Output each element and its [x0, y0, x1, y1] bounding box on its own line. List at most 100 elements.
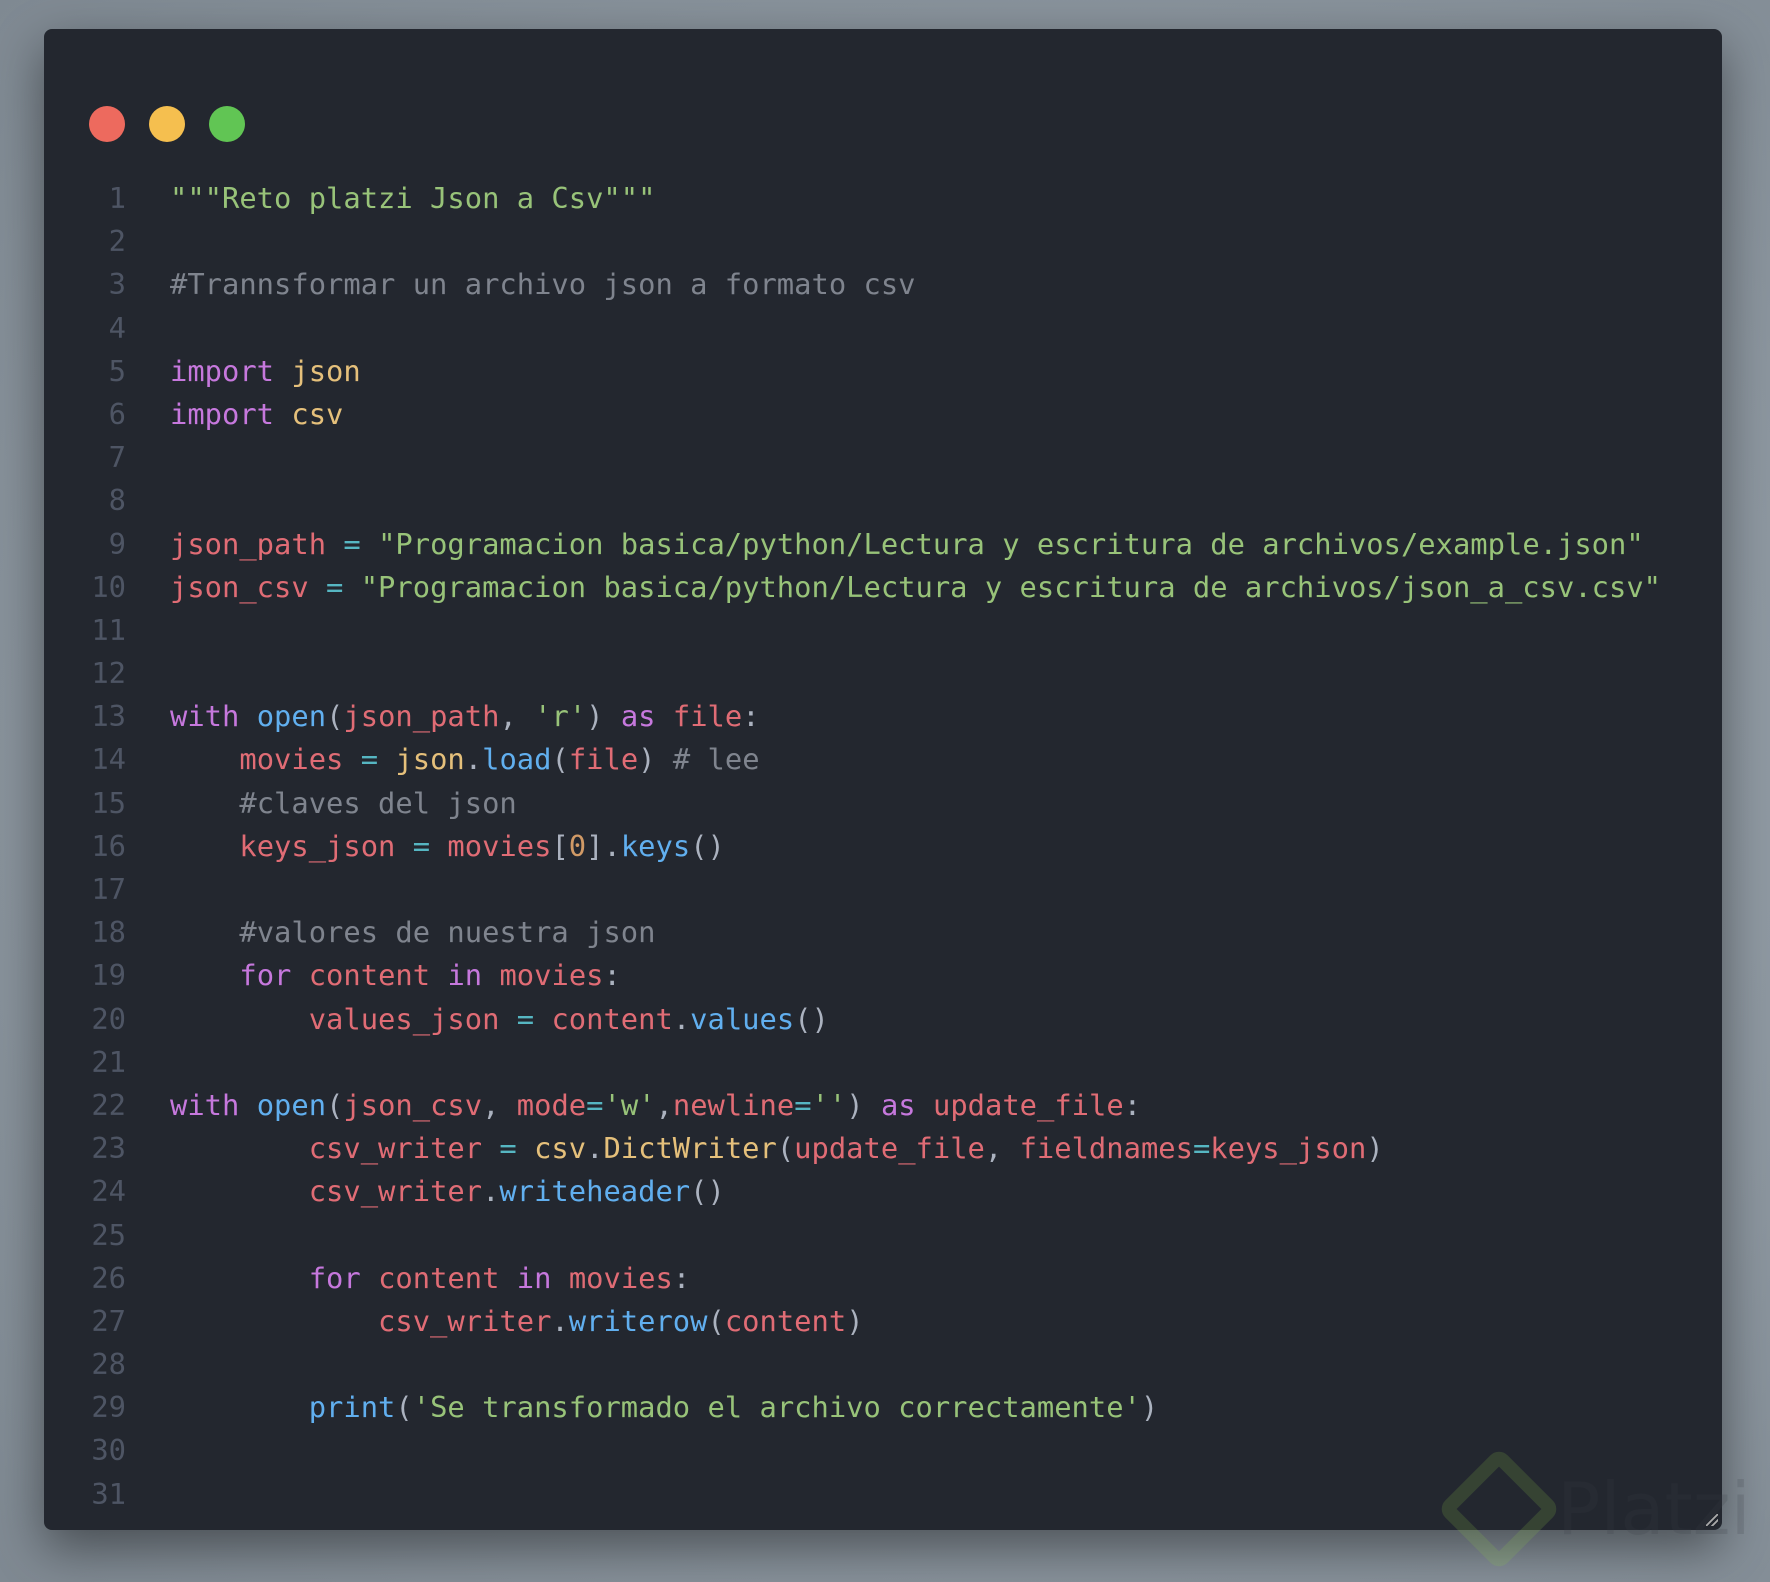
line-content: values_json = content.values() — [170, 998, 829, 1041]
token-whitespace — [170, 958, 239, 992]
line-number: 28 — [91, 1347, 126, 1382]
code-line: 15 #claves del json — [44, 782, 1722, 825]
token-punctuation: ) — [1140, 1390, 1159, 1425]
token-punctuation: () — [690, 828, 725, 863]
code-line: 19 for content in movies: — [44, 954, 1722, 997]
code-line: 18 #valores de nuestra json — [44, 911, 1722, 954]
code-window: 1 """Reto platzi Json a Csv""" 2 3 #Trannsfo… — [44, 29, 1722, 1530]
token-operator: = — [586, 1087, 604, 1122]
line-number: 7 — [108, 440, 126, 475]
code-line: 29 print('Se transformado el archivo cor… — [44, 1386, 1722, 1429]
token-whitespace — [291, 958, 308, 992]
line-number: 18 — [91, 915, 126, 950]
token-whitespace — [361, 1261, 378, 1295]
line-number: 10 — [91, 569, 126, 604]
line-number: 20 — [91, 1001, 126, 1036]
line-content: #valores de nuestra json — [170, 911, 655, 954]
minimize-button[interactable] — [149, 106, 185, 142]
token-variable: keys_json — [239, 828, 396, 863]
token-function: writeheader — [499, 1174, 691, 1209]
code-line: 1 """Reto platzi Json a Csv""" — [44, 177, 1722, 220]
line-content: """Reto platzi Json a Csv""" — [170, 177, 655, 220]
token-variable: keys_json — [1210, 1131, 1367, 1166]
line-content: import json — [170, 350, 361, 393]
code-line: 24 csv_writer.writeheader() — [44, 1170, 1722, 1213]
code-line: 20 values_json = content.values() — [44, 998, 1722, 1041]
line-number: 11 — [91, 612, 126, 647]
token-function: values — [690, 1001, 795, 1036]
code-line: 23 csv_writer = csv.DictWriter(update_fi… — [44, 1127, 1722, 1170]
token-punctuation: ]. — [586, 828, 621, 863]
code-line: 10 json_csv = "Programacion basica/python… — [44, 566, 1722, 609]
token-string: 'Se transformado el archivo correctament… — [412, 1390, 1141, 1425]
token-punctuation: . — [482, 1174, 500, 1209]
code-line: 3 #Trannsformar un archivo json a formato… — [44, 263, 1722, 306]
token-variable: movies — [239, 742, 344, 777]
token-module: json — [395, 742, 465, 777]
code-line: 5 import json — [44, 350, 1722, 393]
token-punctuation: ( — [776, 1131, 795, 1166]
maximize-button[interactable] — [209, 106, 245, 142]
token-comment: #Trannsformar un archivo json a formato … — [170, 267, 916, 302]
token-string: "Programacion basica/python/Lectura y es… — [378, 526, 1644, 561]
token-punctuation: ( — [326, 1087, 344, 1122]
line-number: 23 — [91, 1131, 126, 1166]
token-string: 'w' — [603, 1087, 656, 1122]
line-content: keys_json = movies[0].keys() — [170, 825, 725, 868]
token-function: keys — [620, 828, 691, 863]
token-whitespace — [551, 1261, 568, 1295]
code-line: 11 — [44, 609, 1722, 652]
code-editor[interactable]: 1 """Reto platzi Json a Csv""" 2 3 #Trannsfo… — [44, 177, 1722, 1516]
token-operator: = — [326, 526, 379, 561]
line-content: print('Se transformado el archivo correc… — [170, 1386, 1159, 1429]
line-number: 22 — [91, 1087, 126, 1122]
resize-handle-icon[interactable] — [1706, 1514, 1718, 1526]
token-whitespace — [274, 397, 291, 431]
token-variable: content — [308, 958, 431, 993]
line-number: 9 — [108, 526, 126, 561]
token-punctuation: , — [499, 699, 535, 734]
token-variable: content — [378, 1260, 500, 1295]
token-variable: file — [672, 699, 743, 734]
token-whitespace — [274, 354, 291, 388]
token-comment: # lee — [672, 742, 760, 777]
token-variable: content — [724, 1303, 847, 1338]
token-variable: json_csv — [170, 569, 309, 604]
line-number: 13 — [91, 699, 126, 734]
token-punctuation: ) — [1366, 1131, 1384, 1166]
token-variable: fieldnames — [1019, 1131, 1193, 1166]
token-keyword: in — [447, 958, 483, 993]
token-keyword: with — [170, 1087, 240, 1122]
code-line: 30 — [44, 1429, 1722, 1472]
line-content: json_path = "Programacion basica/python/… — [170, 523, 1644, 566]
token-whitespace — [170, 1002, 309, 1036]
code-line: 6 import csv — [44, 393, 1722, 436]
code-line: 4 — [44, 307, 1722, 350]
token-whitespace — [170, 1174, 309, 1208]
token-punctuation: , — [655, 1087, 673, 1122]
token-punctuation: . — [464, 742, 483, 777]
token-keyword: as — [880, 1087, 916, 1122]
token-punctuation: . — [586, 1131, 604, 1166]
token-variable: update_file — [794, 1131, 985, 1166]
token-whitespace — [170, 742, 239, 776]
token-punctuation: ( — [551, 742, 569, 777]
token-whitespace — [170, 1390, 309, 1424]
token-keyword: in — [516, 1260, 552, 1295]
token-keyword: for — [308, 1260, 361, 1295]
code-line: 17 — [44, 868, 1722, 911]
token-punctuation: ( — [326, 699, 344, 734]
close-button[interactable] — [89, 106, 125, 142]
code-line: 22 with open(json_csv, mode='w',newline='… — [44, 1084, 1722, 1127]
token-function: load — [482, 742, 552, 777]
token-comment: #claves del json — [239, 785, 517, 820]
code-line: 16 keys_json = movies[0].keys() — [44, 825, 1722, 868]
token-function: open — [256, 1087, 327, 1122]
token-whitespace — [170, 1304, 378, 1338]
line-number: 29 — [91, 1390, 126, 1425]
token-keyword: as — [620, 699, 656, 734]
token-operator: = — [1192, 1131, 1211, 1166]
token-punctuation: ) — [846, 1303, 864, 1338]
code-line: 8 — [44, 479, 1722, 522]
token-variable: content — [551, 1001, 673, 1036]
